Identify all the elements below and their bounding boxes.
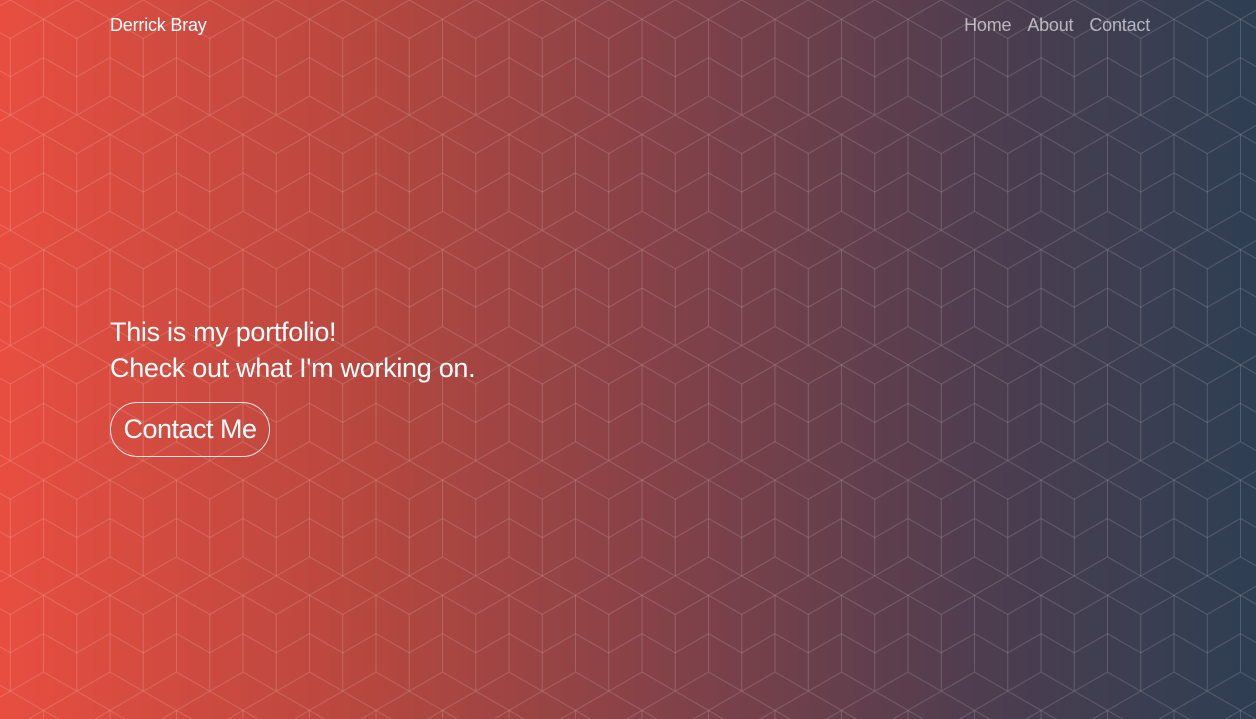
top-navbar: Derrick Bray Home About Contact bbox=[110, 12, 1150, 38]
hero-headline: This is my portfolio! Check out what I'm… bbox=[110, 314, 476, 386]
nav-link-home[interactable]: Home bbox=[964, 15, 1011, 36]
hero-section: Derrick Bray Home About Contact This is … bbox=[0, 0, 1256, 719]
brand-link[interactable]: Derrick Bray bbox=[110, 15, 207, 36]
nav-links: Home About Contact bbox=[964, 15, 1150, 36]
nav-link-about[interactable]: About bbox=[1027, 15, 1073, 36]
hero-headline-line1: This is my portfolio! bbox=[110, 317, 337, 347]
hero-headline-line2: Check out what I'm working on. bbox=[110, 353, 476, 383]
nav-link-contact[interactable]: Contact bbox=[1089, 15, 1150, 36]
contact-me-button[interactable]: Contact Me bbox=[110, 402, 270, 457]
